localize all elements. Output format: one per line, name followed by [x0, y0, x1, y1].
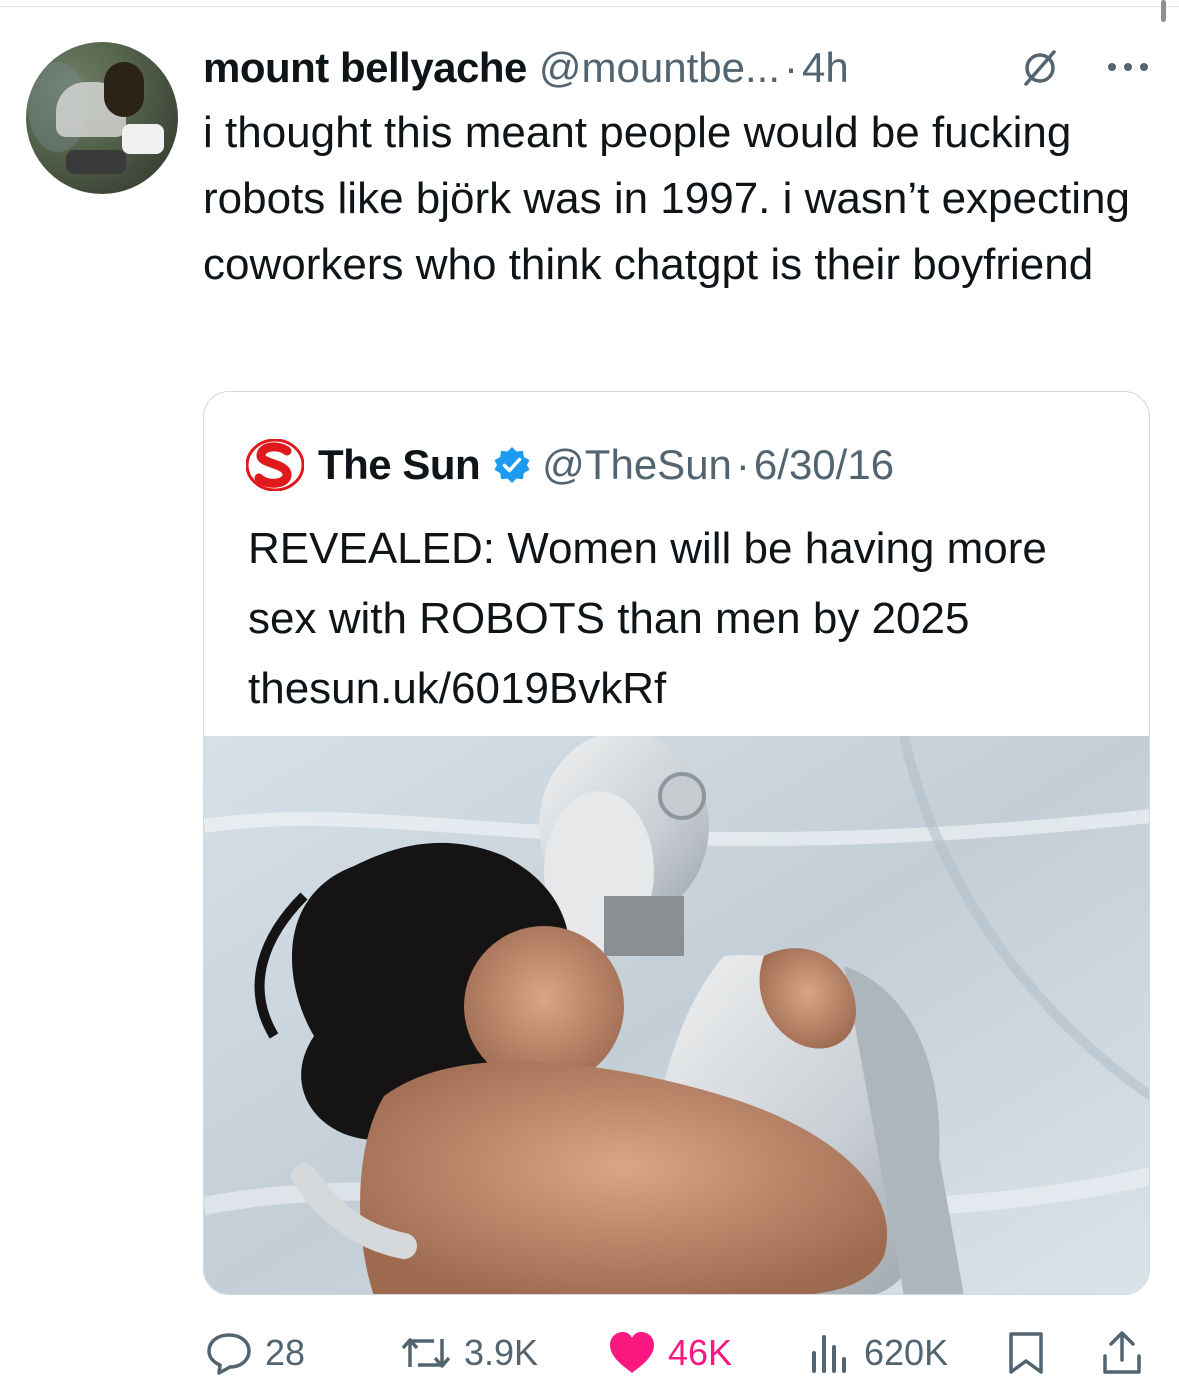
views-count: 620K — [864, 1332, 949, 1373]
bookmark-icon — [1009, 1332, 1043, 1374]
avatar-detail — [66, 150, 126, 174]
slash-circle-icon[interactable] — [1018, 46, 1062, 90]
like-count: 46K — [668, 1332, 733, 1373]
avatar-detail — [122, 124, 164, 154]
like-icon — [610, 1332, 654, 1373]
author-avatar[interactable] — [26, 42, 178, 194]
repost-count: 3.9K — [464, 1332, 539, 1373]
tweet-header: mount bellyache @mountbe... · 4h — [203, 40, 849, 96]
quoted-tweet-date[interactable]: 6/30/16 — [754, 441, 894, 489]
verified-badge-icon — [494, 447, 530, 483]
quoted-tweet-image[interactable] — [204, 736, 1150, 1295]
repost-button[interactable]: 3.9K — [400, 1318, 538, 1388]
share-icon — [1103, 1331, 1141, 1374]
the-sun-logo — [246, 439, 304, 491]
more-options-icon[interactable] — [1104, 54, 1152, 80]
views-icon — [812, 1335, 846, 1373]
scrollbar[interactable] — [1161, 0, 1166, 22]
reply-button[interactable]: 28 — [205, 1318, 305, 1388]
quoted-author-name[interactable]: The Sun — [318, 441, 481, 489]
separator-dot: · — [735, 441, 750, 488]
quoted-tweet-header: The Sun @TheSun · 6/30/16 — [246, 439, 894, 491]
avatar-detail — [104, 62, 144, 117]
like-button[interactable]: 46K — [608, 1318, 732, 1388]
quoted-tweet-text: REVEALED: Women will be having more sex … — [248, 524, 1047, 713]
quoted-tweet-card[interactable]: The Sun @TheSun · 6/30/16 REVEALED: Wome… — [203, 391, 1150, 1295]
top-divider — [0, 6, 1179, 7]
tweet-text: i thought this meant people would be fuc… — [203, 108, 1130, 289]
quoted-author-handle[interactable]: @TheSun — [542, 441, 732, 489]
views-button[interactable]: 620K — [808, 1318, 948, 1388]
reply-icon — [207, 1333, 251, 1375]
repost-icon — [401, 1338, 451, 1368]
author-name[interactable]: mount bellyache — [203, 44, 527, 92]
author-handle[interactable]: @mountbe... — [539, 44, 780, 92]
reply-count: 28 — [265, 1332, 306, 1373]
separator-dot: · — [784, 44, 798, 91]
share-button[interactable] — [1100, 1318, 1144, 1388]
tweet-time[interactable]: 4h — [802, 44, 849, 92]
tweet-actions: 28 3.9K 46K 620K — [0, 1318, 1179, 1388]
bookmark-button[interactable] — [1006, 1318, 1046, 1388]
